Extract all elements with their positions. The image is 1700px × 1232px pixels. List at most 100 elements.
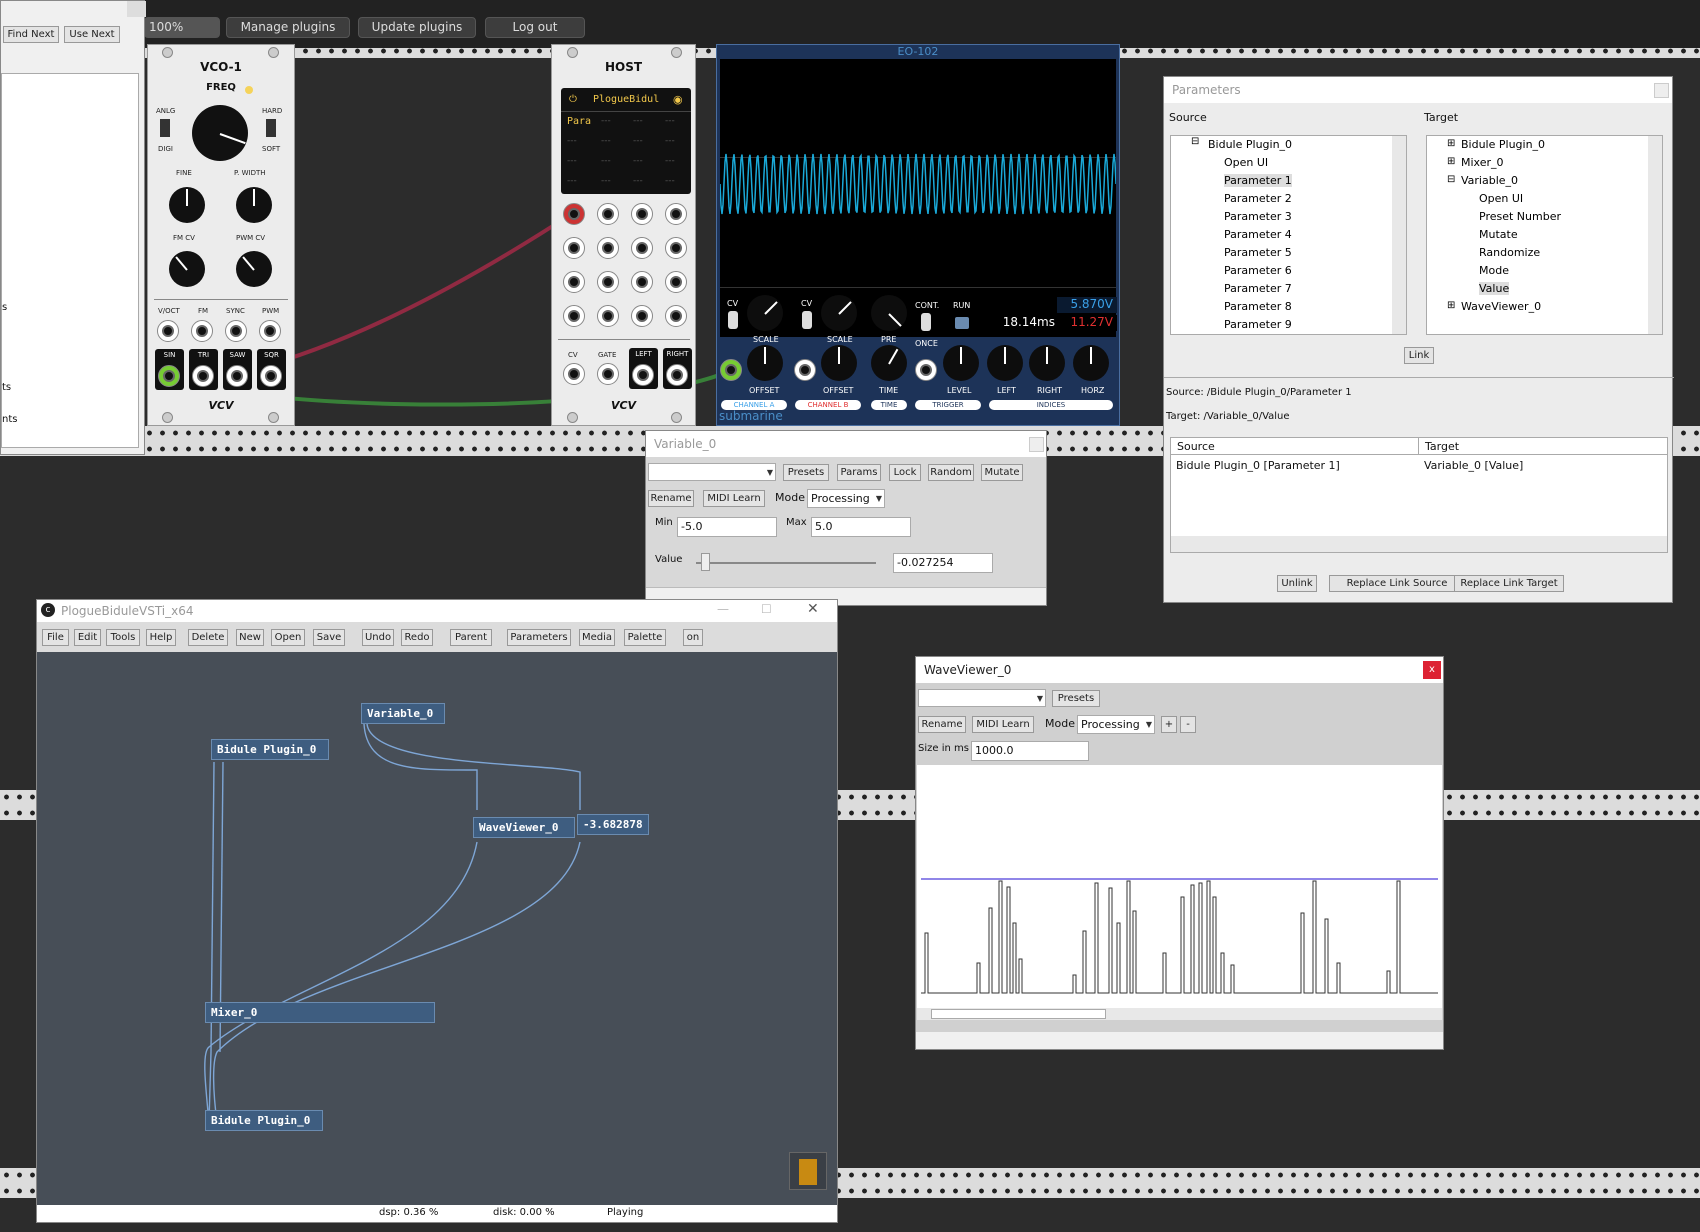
tree-item[interactable]: Mutate xyxy=(1479,228,1518,241)
tree-item[interactable]: Open UI xyxy=(1224,156,1268,169)
pwm-cv-knob[interactable] xyxy=(236,251,272,287)
random-button[interactable]: Random xyxy=(928,464,974,481)
offset-knob-b[interactable] xyxy=(821,345,857,381)
param-slot[interactable]: --- xyxy=(601,136,611,146)
cont-once-switch[interactable] xyxy=(921,313,931,331)
sqr-jack[interactable] xyxy=(260,365,282,387)
param-slot[interactable]: --- xyxy=(633,136,643,146)
pulse-width-knob[interactable] xyxy=(236,187,272,223)
host-cv-jack[interactable] xyxy=(597,237,619,259)
menu-file[interactable]: File xyxy=(42,629,69,646)
plus-button[interactable]: + xyxy=(1161,716,1177,733)
host-cv-jack[interactable] xyxy=(631,237,653,259)
collapse-icon[interactable]: ⊟ xyxy=(1191,136,1199,147)
lock-button[interactable]: Lock xyxy=(889,464,921,481)
offset-knob-a[interactable] xyxy=(747,345,783,381)
unlink-button[interactable]: Unlink xyxy=(1277,575,1317,592)
tree-item[interactable]: Parameter 8 xyxy=(1224,300,1292,313)
param-slot[interactable]: --- xyxy=(567,136,577,146)
on-toggle[interactable]: on xyxy=(683,629,703,646)
replace-link-source-button[interactable]: Replace Link Source xyxy=(1329,575,1465,592)
host-cv-jack[interactable] xyxy=(563,237,585,259)
voct-jack[interactable] xyxy=(157,320,179,342)
power-icon[interactable]: ⏻ xyxy=(569,94,579,105)
param-slot[interactable]: --- xyxy=(633,176,643,186)
node-bidule-plugin-top[interactable]: Bidule Plugin_0 xyxy=(211,739,329,760)
minus-button[interactable]: - xyxy=(1180,716,1196,733)
tree-item-selected[interactable]: Value xyxy=(1479,282,1510,295)
open-button[interactable]: Open xyxy=(271,629,305,646)
scale-knob-b[interactable] xyxy=(821,295,857,331)
maximize-icon[interactable]: ☐ xyxy=(761,602,772,616)
host-cv-jack[interactable] xyxy=(665,305,687,327)
node-variable[interactable]: Variable_0 xyxy=(361,703,445,724)
meter-widget[interactable] xyxy=(789,1152,827,1190)
mutate-button[interactable]: Mutate xyxy=(981,464,1023,481)
pre-knob[interactable] xyxy=(871,295,907,331)
scrollbar[interactable] xyxy=(1648,136,1662,334)
preset-select[interactable] xyxy=(918,689,1046,708)
node-waveviewer[interactable]: WaveViewer_0 xyxy=(473,817,575,838)
level-knob[interactable] xyxy=(943,345,979,381)
right-jack[interactable] xyxy=(666,364,688,386)
close-icon[interactable]: ✕ xyxy=(807,601,819,617)
channel-b-input[interactable] xyxy=(794,359,816,381)
tree-item[interactable]: Parameter 2 xyxy=(1224,192,1292,205)
saw-jack[interactable] xyxy=(226,365,248,387)
mode-select[interactable]: Processing xyxy=(807,489,885,508)
node-mixer[interactable]: Mixer_0 xyxy=(205,1002,435,1023)
param-slot[interactable]: --- xyxy=(665,156,675,166)
pwm-jack[interactable] xyxy=(259,320,281,342)
host-cv-out-jack[interactable] xyxy=(563,363,585,385)
tree-item[interactable]: Open UI xyxy=(1479,192,1523,205)
host-cv-jack[interactable] xyxy=(631,271,653,293)
param-slot[interactable]: --- xyxy=(665,116,675,126)
host-cv-jack[interactable] xyxy=(597,271,619,293)
host-cv-jack[interactable] xyxy=(665,271,687,293)
menu-edit[interactable]: Edit xyxy=(74,629,101,646)
tree-item[interactable]: Parameter 9 xyxy=(1224,318,1292,331)
horz-index-knob[interactable] xyxy=(1073,345,1109,381)
tree-item[interactable]: Mode xyxy=(1479,264,1509,277)
right-index-knob[interactable] xyxy=(1029,345,1065,381)
tree-item[interactable]: Variable_0 xyxy=(1461,174,1518,187)
patch-canvas[interactable]: Variable_0 Bidule Plugin_0 WaveViewer_0 … xyxy=(37,652,837,1205)
delete-button[interactable]: Delete xyxy=(188,629,228,646)
freq-knob[interactable] xyxy=(192,105,248,161)
node-value-display[interactable]: -3.682878 xyxy=(577,814,649,835)
anlg-digi-switch[interactable] xyxy=(160,119,170,137)
expand-icon[interactable]: ⊞ xyxy=(1447,156,1455,167)
hard-soft-switch[interactable] xyxy=(266,119,276,137)
close-icon[interactable] xyxy=(1654,83,1669,98)
value-field[interactable]: -0.027254 xyxy=(893,553,993,573)
tree-item[interactable]: Parameter 6 xyxy=(1224,264,1292,277)
tree-item[interactable]: Parameter 5 xyxy=(1224,246,1292,259)
scrollbar-thumb[interactable] xyxy=(931,1009,1106,1019)
presets-button[interactable]: Presets xyxy=(783,464,829,481)
menu-tools[interactable]: Tools xyxy=(106,629,140,646)
param-slot[interactable]: --- xyxy=(567,156,577,166)
tree-item[interactable]: Mixer_0 xyxy=(1461,156,1504,169)
param-slot[interactable]: --- xyxy=(567,176,577,186)
rename-button[interactable]: Rename xyxy=(918,716,966,733)
scrollbar[interactable] xyxy=(1392,136,1406,334)
replace-link-target-button[interactable]: Replace Link Target xyxy=(1454,575,1564,592)
value-slider-thumb[interactable] xyxy=(701,553,711,571)
eye-icon[interactable]: ◉ xyxy=(673,93,683,106)
expand-icon[interactable]: ⊞ xyxy=(1447,138,1455,149)
palette-button[interactable]: Palette xyxy=(624,629,666,646)
link-row-source[interactable]: Bidule Plugin_0 [Parameter 1] xyxy=(1176,459,1340,472)
run-button[interactable] xyxy=(955,317,969,329)
host-cv-jack[interactable] xyxy=(631,203,653,225)
param-slot[interactable]: --- xyxy=(665,176,675,186)
fm-cv-knob[interactable] xyxy=(169,251,205,287)
host-cv-jack[interactable] xyxy=(597,203,619,225)
host-gate-jack[interactable] xyxy=(597,363,619,385)
param-slot[interactable]: --- xyxy=(633,156,643,166)
horizontal-scrollbar[interactable] xyxy=(1171,536,1667,552)
midi-learn-button[interactable]: MIDI Learn xyxy=(703,490,765,507)
param-slot[interactable]: --- xyxy=(601,116,611,126)
param-slot[interactable]: --- xyxy=(601,176,611,186)
horizontal-scrollbar[interactable] xyxy=(917,1008,1442,1020)
tree-item[interactable]: Parameter 3 xyxy=(1224,210,1292,223)
